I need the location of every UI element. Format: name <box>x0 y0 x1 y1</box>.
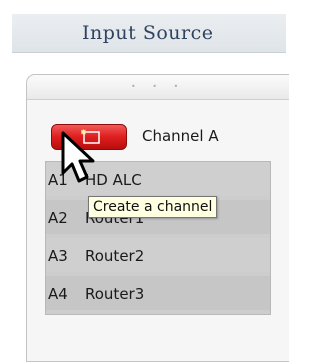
panel-titlebar[interactable]: • • • <box>27 75 289 100</box>
grip-dots-icon[interactable]: • • • <box>131 83 185 91</box>
list-item[interactable]: A4 Router3 <box>46 276 270 310</box>
route-code: A4 <box>48 285 68 303</box>
route-code: A3 <box>48 247 68 265</box>
route-code: A2 <box>48 209 68 227</box>
channel-panel: • • • Channel A A1 HD ALC A2 Router1 A3 … <box>26 74 289 362</box>
list-item[interactable]: A3 Router2 <box>46 238 270 272</box>
arrow-pointer-icon <box>61 131 101 189</box>
channel-label: Channel A <box>142 127 219 145</box>
create-channel-tooltip: Create a channel <box>88 196 218 218</box>
input-source-header: Input Source <box>12 14 286 53</box>
header-title: Input Source <box>82 22 214 44</box>
route-name: Router2 <box>85 247 145 265</box>
route-name: Router3 <box>85 285 145 303</box>
